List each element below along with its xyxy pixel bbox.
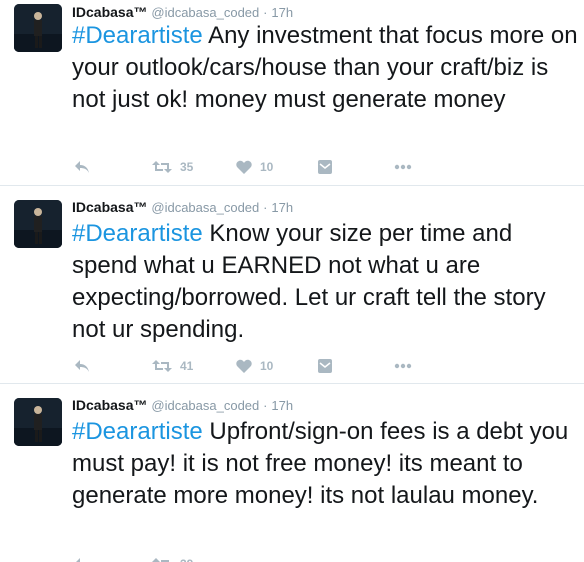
tweet-text: #Dearartiste Upfront/sign-on fees is a d… <box>72 416 582 512</box>
message-icon <box>318 160 332 174</box>
retweet-count: 39 <box>180 557 193 562</box>
retweet-icon <box>152 558 169 562</box>
reply-icon <box>75 360 89 372</box>
tweet-actions: 39 <box>72 554 492 562</box>
retweet-icon <box>152 360 172 372</box>
tweet[interactable]: IDcabasa™ @idcabasa_coded · 17h #Dearart… <box>0 186 584 384</box>
handle[interactable]: @idcabasa_coded <box>151 398 259 413</box>
message-icon <box>318 359 332 373</box>
reply-button[interactable] <box>74 554 90 562</box>
timestamp[interactable]: 17h <box>271 398 293 413</box>
like-count: 10 <box>260 359 274 373</box>
timestamp[interactable]: 17h <box>271 5 293 20</box>
tweet[interactable]: IDcabasa™ @idcabasa_coded · 17h #Dearart… <box>0 0 584 186</box>
display-name[interactable]: IDcabasa™ <box>72 397 147 413</box>
avatar[interactable] <box>14 398 62 446</box>
separator: · <box>263 5 268 20</box>
retweet-count: 35 <box>180 160 194 174</box>
retweet-button[interactable]: 39 <box>152 554 193 562</box>
tweet-text: #Dearartiste Know your size per time and… <box>72 218 582 346</box>
reply-button[interactable] <box>74 356 90 376</box>
handle[interactable]: @idcabasa_coded <box>151 5 259 20</box>
handle[interactable]: @idcabasa_coded <box>151 200 259 215</box>
like-count: 10 <box>260 160 274 174</box>
display-name[interactable]: IDcabasa™ <box>72 4 147 20</box>
reply-button[interactable] <box>74 157 90 177</box>
tweet[interactable]: IDcabasa™ @idcabasa_coded · 17h #Dearart… <box>0 384 584 562</box>
retweet-icon <box>152 161 172 173</box>
separator: · <box>263 398 268 413</box>
more-button[interactable] <box>394 356 412 376</box>
avatar[interactable] <box>14 200 62 248</box>
more-button[interactable] <box>394 157 412 177</box>
message-button[interactable] <box>318 356 332 376</box>
tweet-header: IDcabasa™ @idcabasa_coded · 17h <box>72 198 293 216</box>
timestamp[interactable]: 17h <box>271 200 293 215</box>
heart-icon <box>236 359 252 373</box>
retweet-button[interactable]: 35 <box>152 157 193 177</box>
tweet-actions: 41 10 <box>72 356 492 376</box>
reply-icon <box>75 161 89 173</box>
hashtag-link[interactable]: #Dearartiste <box>72 418 203 445</box>
retweet-count: 41 <box>180 359 194 373</box>
like-button[interactable]: 10 <box>236 356 273 376</box>
message-button[interactable] <box>318 157 332 177</box>
tweet-text: #Dearartiste Any investment that focus m… <box>72 20 582 116</box>
heart-icon <box>236 160 252 174</box>
tweet-header: IDcabasa™ @idcabasa_coded · 17h <box>72 3 293 21</box>
more-icon <box>394 164 412 170</box>
tweet-header: IDcabasa™ @idcabasa_coded · 17h <box>72 396 293 414</box>
hashtag-link[interactable]: #Dearartiste <box>72 22 203 49</box>
separator: · <box>263 200 268 215</box>
avatar[interactable] <box>14 4 62 52</box>
display-name[interactable]: IDcabasa™ <box>72 199 147 215</box>
reply-icon <box>76 558 80 562</box>
retweet-button[interactable]: 41 <box>152 356 193 376</box>
hashtag-link[interactable]: #Dearartiste <box>72 220 203 247</box>
tweet-actions: 35 10 <box>72 157 492 177</box>
more-icon <box>394 363 412 369</box>
like-button[interactable]: 10 <box>236 157 273 177</box>
